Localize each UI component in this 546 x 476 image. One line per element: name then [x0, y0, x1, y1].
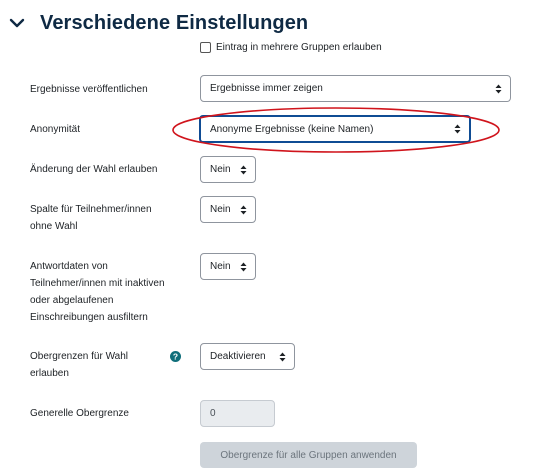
section-title: Verschiedene Einstellungen — [40, 11, 309, 34]
filter-inactive-label-line2: Teilnehmer/innen mit inaktiven — [30, 278, 165, 289]
select-arrows-icon — [240, 165, 247, 174]
limits-label: Obergrenzen für Wahl erlauben — [30, 348, 128, 382]
column-no-choice-select[interactable]: Nein — [200, 196, 256, 223]
help-icon[interactable]: ? — [170, 351, 181, 362]
anonymity-label: Anonymität — [30, 124, 81, 135]
limits-label-line1: Obergrenzen für Wahl — [30, 351, 129, 362]
filter-inactive-label: Antwortdaten von Teilnehmer/innen mit in… — [30, 258, 165, 326]
general-limit-value: 0 — [210, 408, 216, 419]
svg-text:?: ? — [173, 352, 178, 362]
multi-group-checkbox-label: Eintrag in mehrere Gruppen erlauben — [216, 42, 382, 53]
column-no-choice-label: Spalte für Teilnehmer/innen ohne Wahl — [30, 201, 152, 235]
multi-group-checkbox-row[interactable]: Eintrag in mehrere Gruppen erlauben — [200, 42, 382, 53]
publish-results-label: Ergebnisse veröffentlichen — [30, 84, 148, 95]
filter-inactive-select[interactable]: Nein — [200, 253, 256, 280]
filter-inactive-label-line1: Antwortdaten von — [30, 261, 108, 272]
allow-change-select[interactable]: Nein — [200, 156, 256, 183]
general-limit-label: Generelle Obergrenze — [30, 408, 129, 419]
apply-limit-button-label: Obergrenze für alle Gruppen anwenden — [220, 449, 397, 461]
filter-inactive-value: Nein — [210, 261, 231, 272]
general-limit-input[interactable]: 0 — [200, 400, 275, 427]
column-no-choice-value: Nein — [210, 204, 231, 215]
limits-value: Deaktivieren — [210, 351, 266, 362]
publish-results-select[interactable]: Ergebnisse immer zeigen — [200, 75, 511, 102]
column-no-choice-label-line1: Spalte für Teilnehmer/innen — [30, 204, 152, 215]
select-arrows-icon — [240, 262, 247, 271]
select-arrows-icon — [495, 84, 502, 93]
annotation-ellipse — [172, 107, 500, 153]
column-no-choice-label-line2: ohne Wahl — [30, 221, 78, 232]
allow-change-value: Nein — [210, 164, 231, 175]
apply-limit-button[interactable]: Obergrenze für alle Gruppen anwenden — [200, 442, 417, 468]
publish-results-value: Ergebnisse immer zeigen — [210, 83, 323, 94]
chevron-down-icon[interactable] — [8, 14, 26, 32]
filter-inactive-label-line3: oder abgelaufenen — [30, 295, 114, 306]
select-arrows-icon — [240, 205, 247, 214]
limits-label-line2: erlauben — [30, 368, 69, 379]
filter-inactive-label-line4: Einschreibungen ausfiltern — [30, 312, 148, 323]
allow-change-label: Änderung der Wahl erlauben — [30, 164, 158, 175]
section-header[interactable]: Verschiedene Einstellungen — [8, 8, 308, 38]
select-arrows-icon — [279, 352, 286, 361]
limits-select[interactable]: Deaktivieren — [200, 343, 295, 370]
multi-group-checkbox[interactable] — [200, 42, 211, 53]
